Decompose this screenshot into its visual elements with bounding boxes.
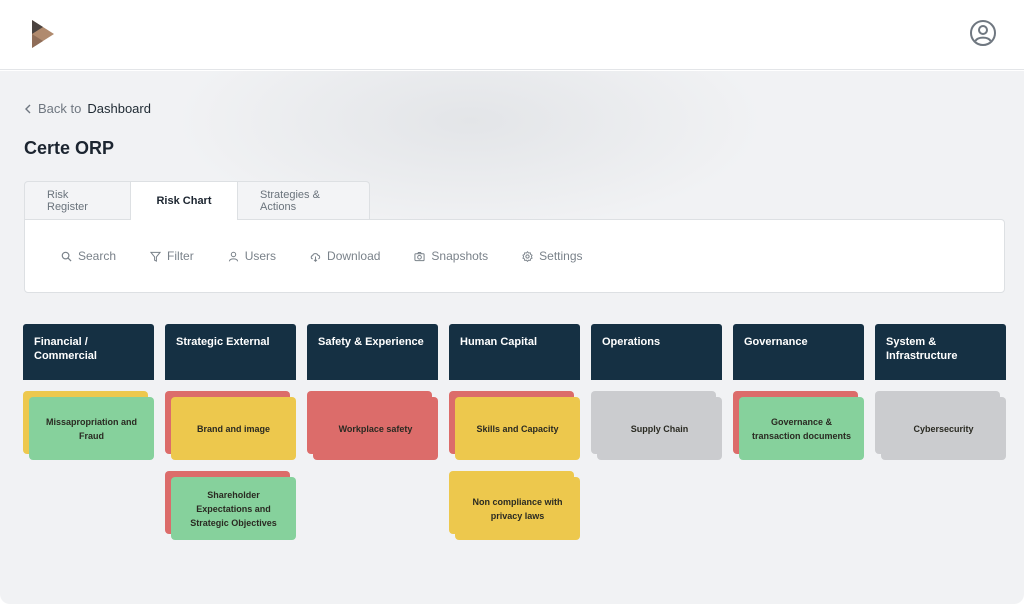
column-header: System & Infrastructure: [875, 324, 1006, 380]
column-header: Human Capital: [449, 324, 580, 380]
top-bar: [0, 0, 1024, 70]
download-button[interactable]: Download: [310, 249, 380, 263]
snapshots-label: Snapshots: [431, 249, 489, 263]
tab-risk-chart[interactable]: Risk Chart: [131, 181, 238, 220]
column-header: Operations: [591, 324, 722, 380]
user-icon: [228, 251, 238, 261]
back-prefix: Back to: [38, 101, 82, 116]
risk-card[interactable]: Governance & transaction documents: [739, 397, 864, 460]
main-content: Back to Dashboard Certe ORP Risk Registe…: [0, 71, 1024, 604]
column-header: Financial / Commercial: [23, 324, 154, 380]
tab-bar: Risk Register Risk Chart Strategies & Ac…: [24, 181, 370, 220]
column-header: Safety & Experience: [307, 324, 438, 380]
filter-label: Filter: [167, 249, 194, 263]
risk-card[interactable]: Workplace safety: [313, 397, 438, 460]
filter-button[interactable]: Filter: [150, 249, 194, 263]
risk-card[interactable]: Brand and image: [171, 397, 296, 460]
filter-icon: [150, 251, 162, 262]
tab-risk-register[interactable]: Risk Register: [24, 181, 131, 219]
gear-icon: [522, 250, 533, 262]
risk-card[interactable]: Non compliance with privacy laws: [455, 477, 580, 540]
search-icon: [61, 251, 72, 262]
camera-icon: [414, 251, 426, 261]
cloud-download-icon: [310, 252, 321, 262]
download-label: Download: [327, 249, 381, 263]
column-header: Governance: [733, 324, 864, 380]
settings-button[interactable]: Settings: [522, 249, 583, 263]
risk-card[interactable]: Shareholder Expectations and Strategic O…: [171, 477, 296, 540]
column-header: Strategic External: [165, 324, 296, 380]
settings-label: Settings: [539, 249, 583, 263]
users-button[interactable]: Users: [228, 249, 276, 263]
snapshots-button[interactable]: Snapshots: [414, 249, 488, 263]
chevron-left-icon: [25, 104, 31, 113]
user-circle-icon[interactable]: [969, 19, 997, 47]
risk-card[interactable]: Cybersecurity: [881, 397, 1006, 460]
back-target: Dashboard: [87, 101, 151, 116]
page-title: Certe ORP: [24, 138, 115, 158]
back-to-dashboard-link[interactable]: Back to Dashboard: [24, 101, 151, 116]
toolbar: Search Filter Users Download Snapshots S…: [24, 219, 1005, 293]
tab-strategies-actions[interactable]: Strategies & Actions: [238, 181, 370, 219]
risk-card[interactable]: Skills and Capacity: [455, 397, 580, 460]
play-logo-icon[interactable]: [28, 18, 56, 50]
risk-card[interactable]: Missapropriation and Fraud: [29, 397, 154, 460]
users-label: Users: [244, 249, 277, 263]
search-label: Search: [78, 249, 117, 263]
risk-card[interactable]: Supply Chain: [597, 397, 722, 460]
search-button[interactable]: Search: [61, 249, 116, 263]
